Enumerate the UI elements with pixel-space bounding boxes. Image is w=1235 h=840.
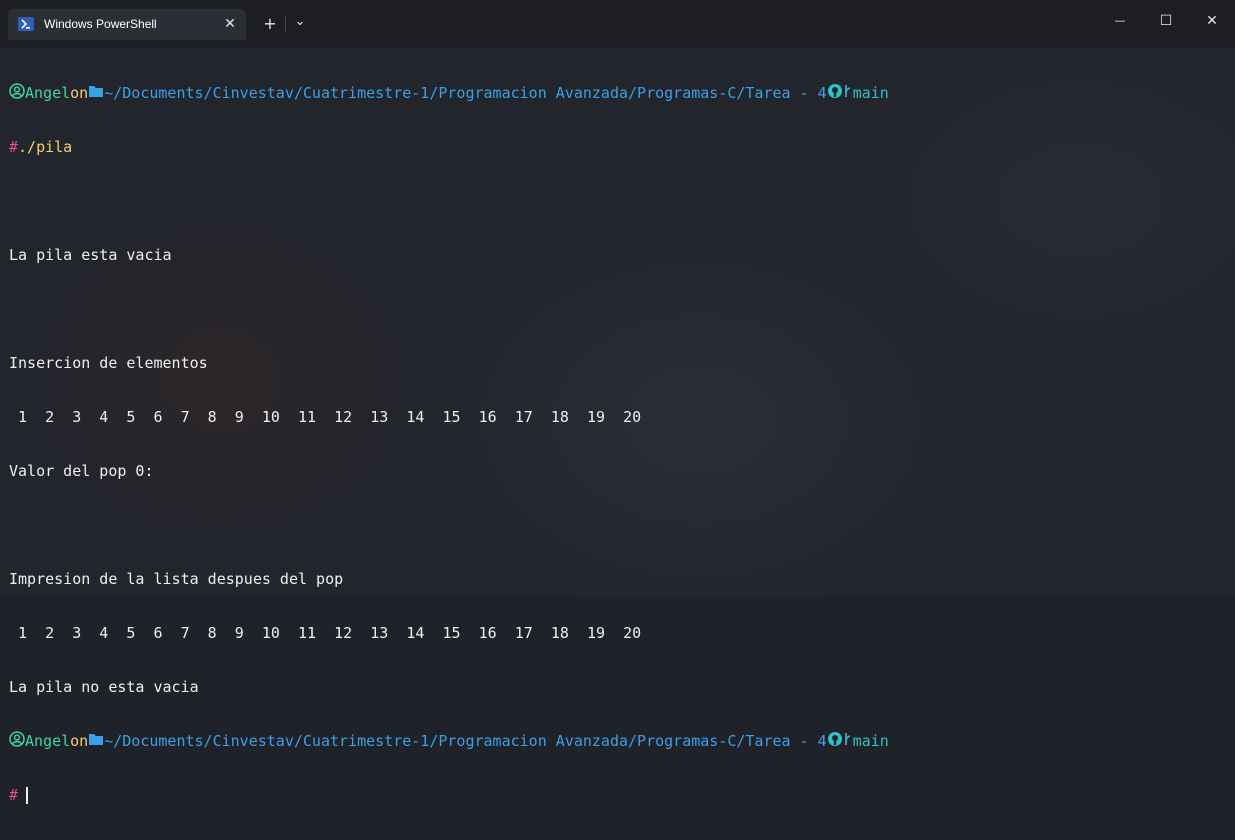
powershell-icon (18, 17, 34, 31)
terminal-output[interactable]: Angel on ~/Documents/Cinvestav/Cuatrimes… (9, 48, 1229, 840)
prompt-branch: main (852, 732, 889, 750)
new-tab-button[interactable]: + (258, 12, 282, 36)
maximize-button[interactable]: ☐ (1143, 0, 1189, 42)
user-icon (9, 731, 25, 751)
input-line[interactable]: # (9, 786, 1229, 804)
prompt-path: ~/Documents/Cinvestav/Cuatrimestre-1/Pro… (104, 84, 827, 102)
output-pop-msg: Valor del pop 0: (9, 462, 154, 480)
output-not-empty-msg: La pila no esta vacia (9, 678, 199, 696)
prompt-line: Angel on ~/Documents/Cinvestav/Cuatrimes… (9, 731, 1229, 751)
folder-icon (88, 732, 104, 750)
toolbar-divider (285, 16, 286, 32)
terminal-window: Windows PowerShell ✕ + ⌄ — ☐ ✕ Angel on … (0, 0, 1235, 804)
tab-dropdown-icon[interactable]: ⌄ (288, 12, 312, 36)
text-cursor (26, 786, 29, 804)
tab-title: Windows PowerShell (44, 17, 157, 31)
tab-close-icon[interactable]: ✕ (220, 14, 240, 34)
user-icon (9, 83, 25, 103)
output-numbers-after: 1 2 3 4 5 6 7 8 9 10 11 12 13 14 15 16 1… (9, 624, 642, 642)
output-insert-header: Insercion de elementos (9, 354, 208, 372)
command-line: # ./pila (9, 138, 1229, 156)
folder-icon (88, 84, 104, 102)
prompt-symbol: # (9, 786, 19, 804)
minimize-button[interactable]: — (1097, 0, 1143, 42)
command-text: ./pila (18, 138, 73, 156)
prompt-symbol: # (9, 138, 19, 156)
output-after-pop-header: Impresion de la lista despues del pop (9, 570, 344, 588)
prompt-user: Angel (25, 732, 71, 750)
output-empty-msg: La pila esta vacia (9, 246, 172, 264)
title-bar: Windows PowerShell ✕ + ⌄ — ☐ ✕ (0, 0, 1235, 48)
tab-windows-powershell[interactable]: Windows PowerShell ✕ (8, 9, 246, 40)
prompt-on: on (70, 732, 89, 750)
github-icon (827, 83, 843, 103)
github-icon (827, 731, 843, 751)
output-numbers: 1 2 3 4 5 6 7 8 9 10 11 12 13 14 15 16 1… (9, 408, 642, 426)
prompt-on: on (70, 84, 89, 102)
branch-icon (843, 83, 853, 103)
prompt-line: Angel on ~/Documents/Cinvestav/Cuatrimes… (9, 83, 1229, 103)
prompt-branch: main (852, 84, 889, 102)
branch-icon (843, 731, 853, 751)
close-button[interactable]: ✕ (1189, 0, 1235, 42)
prompt-path: ~/Documents/Cinvestav/Cuatrimestre-1/Pro… (104, 732, 827, 750)
prompt-user: Angel (25, 84, 71, 102)
